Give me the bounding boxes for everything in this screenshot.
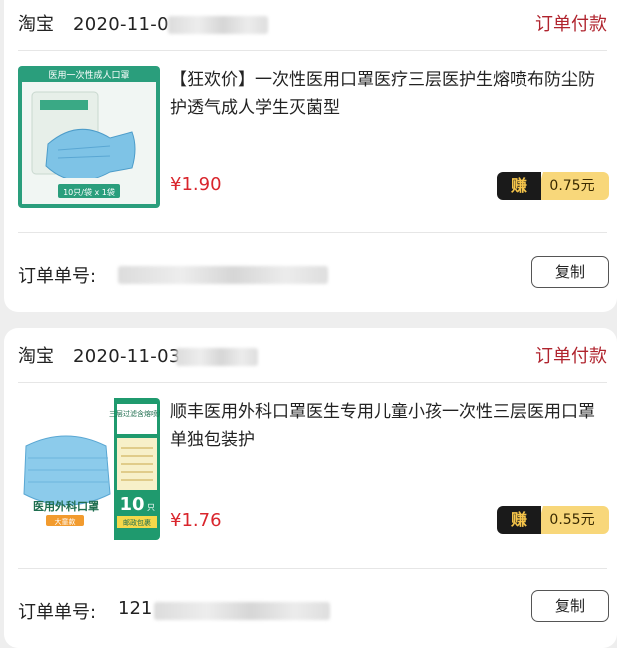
order-number-label: 订单单号: — [18, 602, 97, 623]
product-thumbnail[interactable]: 医用一次性成人口罩 10只/袋 x 1袋 — [18, 66, 160, 208]
order-number-label: 订单单号: — [18, 266, 97, 287]
order-date: 2020-11-03 — [73, 346, 181, 367]
commission-amount: 0.75元 — [535, 172, 609, 200]
order-status: 订单付款 — [535, 14, 607, 35]
product-title[interactable]: 顺丰医用外科口罩医生专用儿童小孩一次性三层医用口罩单独包装护 — [170, 398, 603, 454]
commission-badge: 0.75元 赚 — [497, 172, 609, 200]
order-status: 订单付款 — [535, 346, 607, 367]
platform-name: 淘宝 — [18, 14, 54, 35]
order-header: 淘宝 2020-11-0 订单付款 — [18, 10, 607, 40]
product-thumbnail[interactable]: 医用外科口罩 大童款 三层过滤含熔喷层 10 只 邮政包裹 — [18, 398, 160, 540]
platform-name: 淘宝 — [18, 346, 54, 367]
thumb-header: 医用一次性成人口罩 — [48, 69, 129, 81]
earn-label: 赚 — [497, 506, 541, 534]
redacted-time — [168, 16, 268, 34]
divider — [18, 232, 607, 233]
thumb-count: 10 — [119, 494, 144, 515]
thumb-tag: 大童款 — [55, 517, 76, 526]
divider — [18, 50, 607, 51]
earn-label: 赚 — [497, 172, 541, 200]
thumb-side-bottom: 邮政包裹 — [123, 518, 151, 527]
order-header: 淘宝 2020-11-03 订单付款 — [18, 342, 607, 372]
order-date: 2020-11-0 — [73, 14, 169, 35]
redacted-order-number — [118, 266, 328, 284]
divider — [18, 568, 607, 569]
thumb-count-unit: 只 — [147, 503, 155, 512]
copy-button[interactable]: 复制 — [531, 590, 609, 622]
order-card[interactable]: 淘宝 2020-11-0 订单付款 医用一次性成人口罩 10只/袋 x 1袋 【… — [4, 0, 617, 312]
product-price: ¥1.76 — [170, 510, 222, 531]
redacted-time — [176, 348, 258, 366]
copy-button[interactable]: 复制 — [531, 256, 609, 288]
commission-amount: 0.55元 — [535, 506, 609, 534]
redacted-order-number — [154, 602, 330, 620]
thumb-footer: 10只/袋 x 1袋 — [63, 187, 115, 197]
divider — [18, 382, 607, 383]
thumb-side-top: 三层过滤含熔喷层 — [109, 409, 160, 418]
thumb-caption: 医用外科口罩 — [33, 499, 99, 513]
product-title[interactable]: 【狂欢价】一次性医用口罩医疗三层医护生熔喷布防尘防护透气成人学生灭菌型 — [170, 66, 603, 122]
product-price: ¥1.90 — [170, 174, 222, 195]
order-card[interactable]: 淘宝 2020-11-03 订单付款 医用外科口罩 大童款 三层过滤含熔喷层 1… — [4, 328, 617, 648]
order-number: 121 — [118, 598, 153, 619]
commission-badge: 0.55元 赚 — [497, 506, 609, 534]
